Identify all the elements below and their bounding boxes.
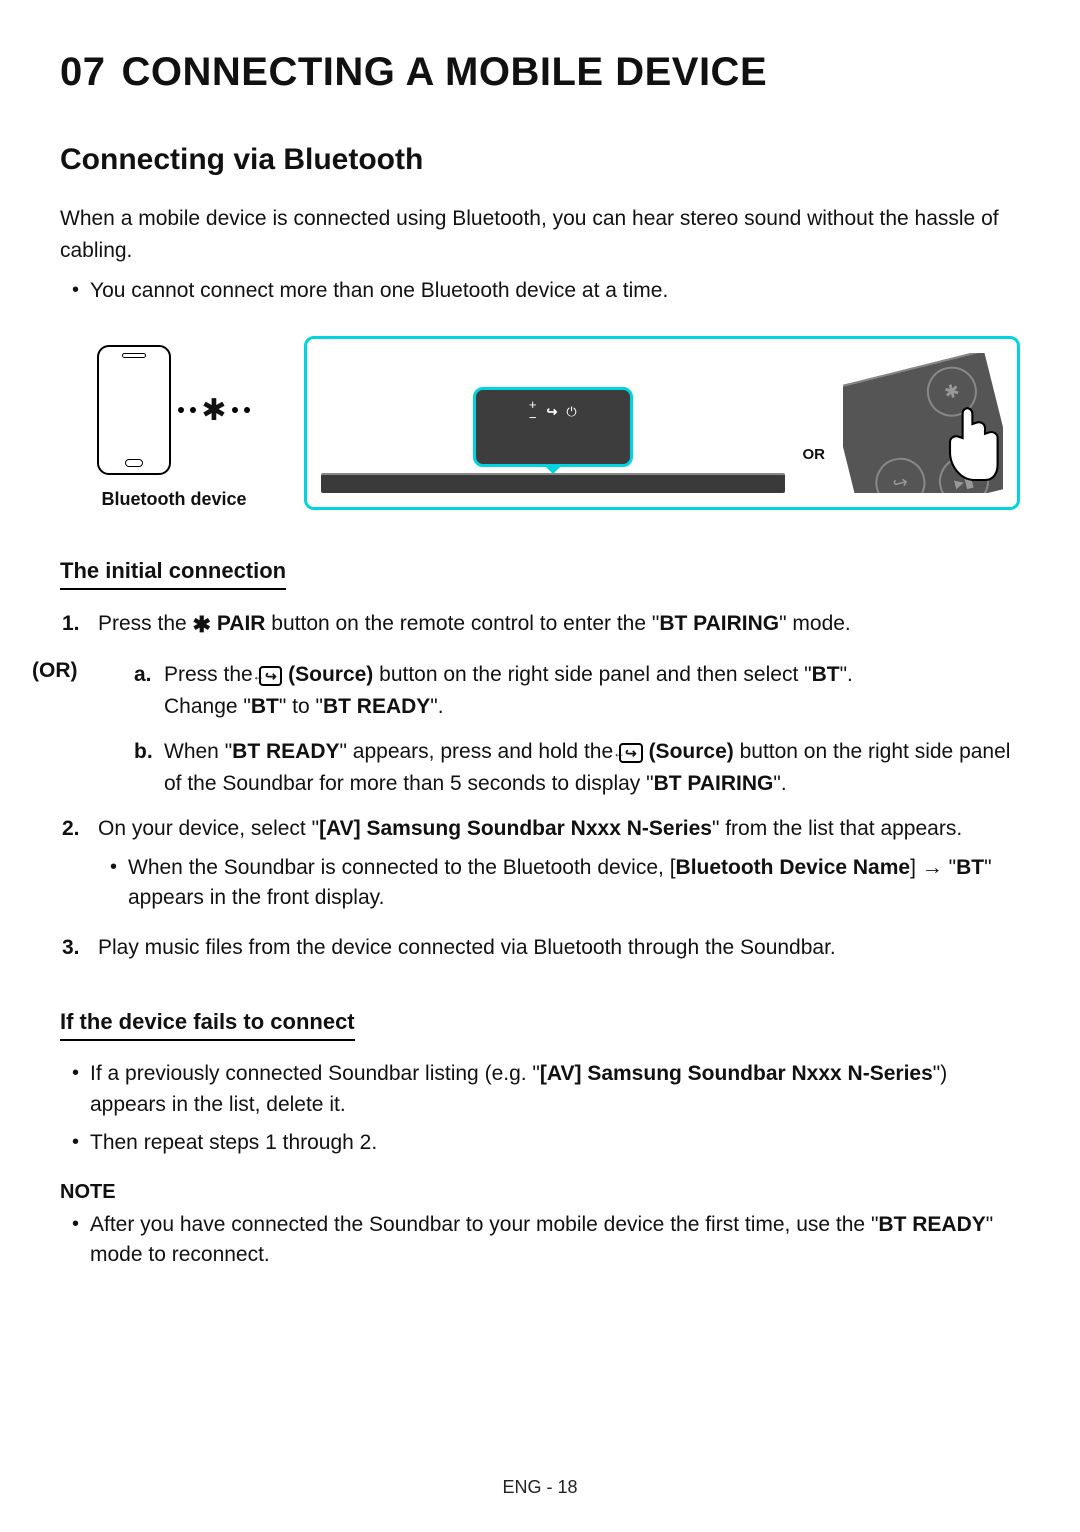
intro-bullet: You cannot connect more than one Bluetoo… xyxy=(90,276,1020,306)
source-icon: ← xyxy=(259,666,283,686)
bluetooth-icon: ✱ xyxy=(193,608,211,641)
step-2-bullet: When the Soundbar is connected to the Bl… xyxy=(128,853,1020,914)
volume-down-icon: − xyxy=(529,411,537,424)
chapter-number: 07 xyxy=(60,50,106,94)
note-label: NOTE xyxy=(60,1181,1020,1204)
step-1b: b. When "BT READY" appears, press and ho… xyxy=(164,736,1020,799)
panel-source-button-icon: ↪ xyxy=(870,453,931,493)
step-1a: a. Press the ← (Source) button on the ri… xyxy=(164,659,1020,722)
source-icon: ← xyxy=(619,743,643,763)
figure-bluetooth-device: ✱ Bluetooth device xyxy=(60,336,288,510)
soundbar-icon xyxy=(321,473,785,493)
callout-side-panel: + − ↪ ⏻ xyxy=(473,387,633,467)
panel-play-button-icon: ▸▮ xyxy=(934,452,995,494)
substep-number: a. xyxy=(134,659,152,691)
step-1: 1. Press the ✱ PAIR button on the remote… xyxy=(90,608,1020,641)
panel-bluetooth-button-icon: ✱ xyxy=(922,362,983,423)
note-bullet: After you have connected the Soundbar to… xyxy=(90,1210,1020,1271)
page-footer: ENG - 18 xyxy=(0,1477,1080,1498)
step-3: 3. Play music files from the device conn… xyxy=(90,932,1020,964)
bluetooth-signal-icon: ✱ xyxy=(177,393,250,428)
figure-soundbar-panel: + − ↪ ⏻ OR ✱ ↪ ▸▮ xyxy=(304,336,1020,510)
intro-text: When a mobile device is connected using … xyxy=(60,203,1020,266)
touch-panel-figure: ✱ ↪ ▸▮ xyxy=(843,353,1003,493)
section-title: Connecting via Bluetooth xyxy=(60,143,1020,177)
fail-bullet-2: Then repeat steps 1 through 2. xyxy=(90,1128,1020,1158)
figure-or-label: OR xyxy=(803,446,826,463)
chapter-title: 07 CONNECTING A MOBILE DEVICE xyxy=(60,50,1020,95)
figure-caption-left: Bluetooth device xyxy=(101,489,246,510)
subheading-fail: If the device fails to connect xyxy=(60,1009,355,1041)
bluetooth-icon: ✱ xyxy=(201,393,226,428)
substep-number: b. xyxy=(134,736,153,768)
chapter-title-text: CONNECTING A MOBILE DEVICE xyxy=(122,50,768,94)
or-label-inline: (OR) xyxy=(32,659,78,683)
step-number: 3. xyxy=(62,932,80,964)
source-icon: ↪ xyxy=(546,405,556,418)
subheading-initial-connection: The initial connection xyxy=(60,558,286,590)
fail-bullet-1: If a previously connected Soundbar listi… xyxy=(90,1059,1020,1120)
power-icon: ⏻ xyxy=(566,405,576,418)
step-number: 2. xyxy=(62,813,80,845)
figure-row: ✱ Bluetooth device + − ↪ ⏻ xyxy=(60,336,1020,510)
step-number: 1. xyxy=(62,608,80,640)
phone-icon xyxy=(97,345,171,475)
step-2: 2. On your device, select "[AV] Samsung … xyxy=(90,813,1020,913)
